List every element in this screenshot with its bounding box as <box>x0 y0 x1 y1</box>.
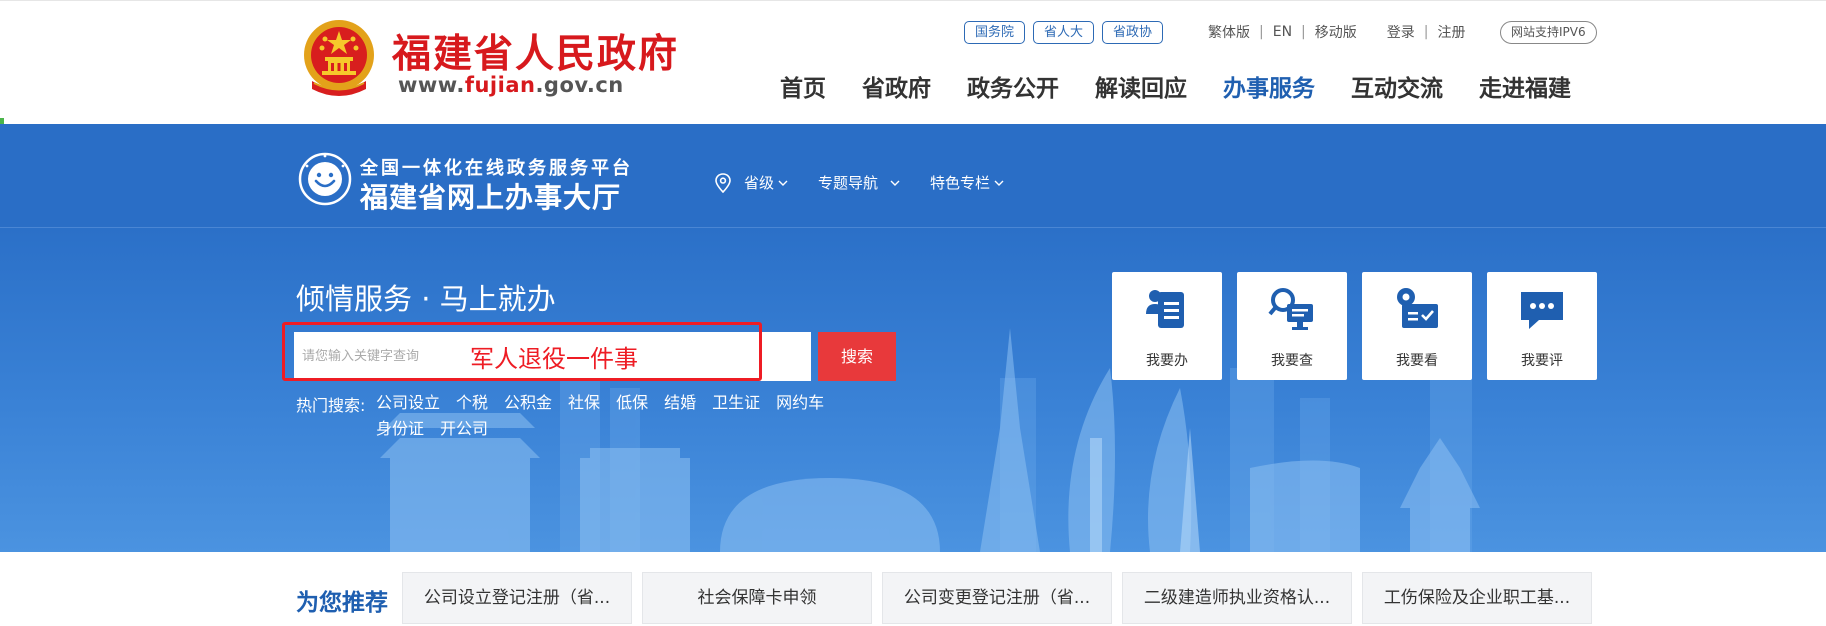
nav-interpretation[interactable]: 解读回应 <box>1095 69 1187 103</box>
service-card-apply[interactable]: 我要办 <box>1112 272 1222 380</box>
topic-navigation-label: 专题导航 <box>818 174 879 192</box>
recommend-item[interactable]: 公司设立登记注册（省... <box>402 572 632 624</box>
chevron-down-icon <box>778 180 788 186</box>
org-link-provincial-congress[interactable]: 省人大 <box>1033 21 1095 44</box>
checklist-eye-icon <box>1397 288 1438 328</box>
clipboard-person-icon <box>1146 290 1184 328</box>
register-link[interactable]: 注册 <box>1437 22 1465 42</box>
divider: | <box>1301 24 1306 40</box>
nav-home[interactable]: 首页 <box>780 69 826 103</box>
hot-search-item[interactable]: 公司设立 <box>376 392 440 414</box>
service-card-query[interactable]: 我要查 <box>1237 272 1347 380</box>
featured-columns-label: 特色专栏 <box>930 174 991 192</box>
url-suffix: .gov.cn <box>535 73 624 97</box>
national-emblem-icon <box>304 20 374 96</box>
recommend-item[interactable]: 社会保障卡申领 <box>642 572 872 624</box>
url-prefix: www. <box>398 73 465 97</box>
nav-provincial-government[interactable]: 省政府 <box>862 69 931 103</box>
utility-links: 繁体版 | EN | 移动版 登录 | 注册 <box>1208 22 1465 42</box>
login-link[interactable]: 登录 <box>1387 22 1415 42</box>
hero-banner: 倾情服务 · 马上就办 军人退役一件事 搜索 热门搜索: 公司设立 个税 公积金… <box>0 228 1826 552</box>
hot-search-item[interactable]: 身份证 <box>376 418 424 440</box>
hot-search-item[interactable]: 开公司 <box>440 418 488 440</box>
hall-title: 福建省网上办事大厅 <box>360 181 622 214</box>
hot-search-item[interactable]: 公积金 <box>504 392 552 414</box>
top-header: 福建省人民政府 www.fujian.gov.cn 国务院 省人大 省政协 繁体… <box>0 0 1826 124</box>
hot-searches-label: 热门搜索: <box>296 396 366 415</box>
search-button[interactable]: 搜索 <box>818 332 896 381</box>
site-url: www.fujian.gov.cn <box>398 73 624 97</box>
chat-bubble-icon <box>1521 292 1563 329</box>
hall-header: 全国一体化在线政务服务平台 福建省网上办事大厅 省级 专题导航 特色专栏 <box>0 124 1826 228</box>
service-card-evaluate[interactable]: 我要评 <box>1487 272 1597 380</box>
chevron-down-icon <box>994 180 1004 186</box>
hot-search-item[interactable]: 结婚 <box>664 392 696 414</box>
annotation-text: 军人退役一件事 <box>470 345 638 373</box>
url-highlight: fujian <box>464 73 536 97</box>
org-links: 国务院 省人大 省政协 <box>964 21 1164 44</box>
service-platform-logo-icon <box>298 152 352 206</box>
mobile-version-link[interactable]: 移动版 <box>1315 22 1357 42</box>
recommend-title: 为您推荐 <box>296 590 388 616</box>
hall-nav: 省级 专题导航 特色专栏 <box>714 172 1004 193</box>
hot-search-item[interactable]: 个税 <box>456 392 488 414</box>
divider: | <box>1259 24 1264 40</box>
hot-search-item[interactable]: 网约车 <box>776 392 824 414</box>
service-card-view[interactable]: 我要看 <box>1362 272 1472 380</box>
traditional-chinese-link[interactable]: 繁体版 <box>1208 22 1250 42</box>
featured-columns-menu[interactable]: 特色专栏 <box>930 172 1004 193</box>
chevron-down-icon <box>890 180 900 186</box>
search-monitor-icon <box>1268 288 1313 330</box>
nav-interaction[interactable]: 互动交流 <box>1351 69 1443 103</box>
recommend-item[interactable]: 公司变更登记注册（省... <box>882 572 1112 624</box>
org-link-state-council[interactable]: 国务院 <box>964 21 1026 44</box>
english-link[interactable]: EN <box>1273 24 1292 40</box>
hot-search-item[interactable]: 卫生证 <box>712 392 760 414</box>
page: 福建省人民政府 www.fujian.gov.cn 国务院 省人大 省政协 繁体… <box>0 0 1826 626</box>
hero-slogan: 倾情服务 · 马上就办 <box>296 282 556 316</box>
location-pin-icon <box>715 172 731 193</box>
region-selector[interactable]: 省级 <box>714 172 788 193</box>
region-label: 省级 <box>744 174 775 192</box>
nav-services[interactable]: 办事服务 <box>1223 69 1315 103</box>
hot-search-item[interactable]: 低保 <box>616 392 648 414</box>
hot-search-item[interactable]: 社保 <box>568 392 600 414</box>
nav-about-fujian[interactable]: 走进福建 <box>1479 69 1571 103</box>
nav-government-affairs[interactable]: 政务公开 <box>967 69 1059 103</box>
service-cards: 我要办 我要查 我要看 我要评 <box>1112 272 1597 380</box>
service-card-label: 我要看 <box>1396 353 1438 369</box>
service-card-label: 我要办 <box>1146 353 1188 369</box>
recommend-item[interactable]: 工伤保险及企业职工基... <box>1362 572 1592 624</box>
recommend-item[interactable]: 二级建造师执业资格认... <box>1122 572 1352 624</box>
org-link-provincial-cppcc[interactable]: 省政协 <box>1102 21 1164 44</box>
divider: | <box>1423 24 1429 40</box>
topic-navigation-menu[interactable]: 专题导航 <box>818 172 900 193</box>
service-card-label: 我要查 <box>1271 353 1313 369</box>
service-card-label: 我要评 <box>1521 353 1563 369</box>
main-nav: 首页 省政府 政务公开 解读回应 办事服务 互动交流 走进福建 <box>780 69 1571 103</box>
ipv6-badge: 网站支持IPV6 <box>1500 21 1597 44</box>
hot-search-list: 公司设立 个税 公积金 社保 低保 结婚 卫生证 网约车 身份证 开公司 <box>376 392 846 440</box>
recommend-list: 公司设立登记注册（省... 社会保障卡申领 公司变更登记注册（省... 二级建造… <box>402 572 1592 624</box>
site-title: 福建省人民政府 <box>392 31 680 77</box>
